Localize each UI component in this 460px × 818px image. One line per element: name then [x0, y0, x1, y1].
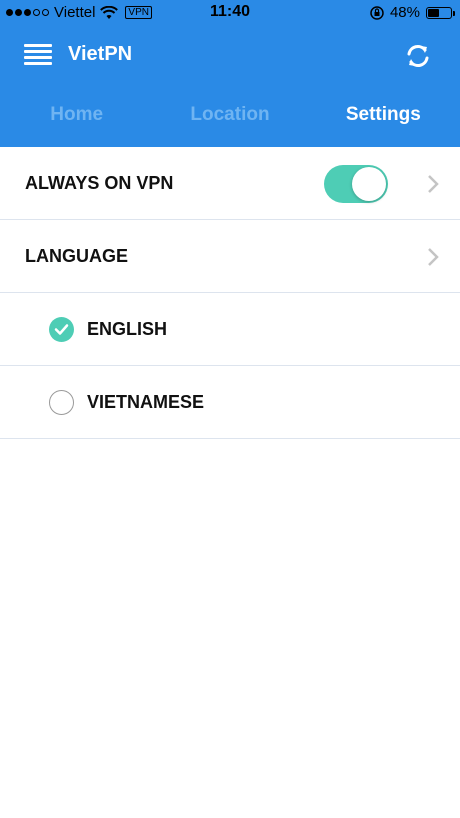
status-right: 48%	[370, 4, 455, 21]
always-on-vpn-row[interactable]: ALWAYS ON VPN	[0, 147, 460, 220]
english-label: ENGLISH	[87, 318, 168, 339]
checkmark-icon	[54, 324, 69, 335]
battery-icon	[426, 6, 455, 19]
tab-home[interactable]: Home	[0, 96, 153, 136]
vietnamese-radio[interactable]	[49, 390, 74, 415]
orientation-lock-icon	[370, 5, 384, 20]
toggle-knob	[352, 167, 386, 201]
chevron-right-icon	[428, 175, 439, 193]
tab-location[interactable]: Location	[153, 96, 306, 136]
status-bar: Viettel VPN 11:40 48%	[0, 0, 460, 26]
vietnamese-label: VIETNAMESE	[87, 391, 205, 412]
tab-settings[interactable]: Settings	[307, 96, 460, 136]
battery-fill	[428, 8, 439, 17]
language-option-english[interactable]: ENGLISH	[0, 293, 460, 366]
app-header: VietPN Home Location Settings	[0, 26, 460, 147]
battery-percent: 48%	[389, 4, 420, 21]
tab-bar: Home Location Settings	[0, 96, 460, 136]
language-row[interactable]: LANGUAGE	[0, 220, 460, 293]
refresh-icon[interactable]	[404, 42, 432, 70]
always-on-vpn-toggle[interactable]	[324, 165, 388, 203]
app-title: VietPN	[68, 43, 133, 65]
always-on-vpn-label: ALWAYS ON VPN	[25, 172, 174, 193]
language-label: LANGUAGE	[25, 245, 128, 266]
language-option-vietnamese[interactable]: VIETNAMESE	[0, 366, 460, 439]
hamburger-icon[interactable]	[24, 44, 52, 66]
chevron-right-icon	[428, 248, 439, 266]
english-radio[interactable]	[49, 317, 74, 342]
settings-list: ALWAYS ON VPN LANGUAGE ENGLISH VIETNAMES…	[0, 147, 460, 439]
